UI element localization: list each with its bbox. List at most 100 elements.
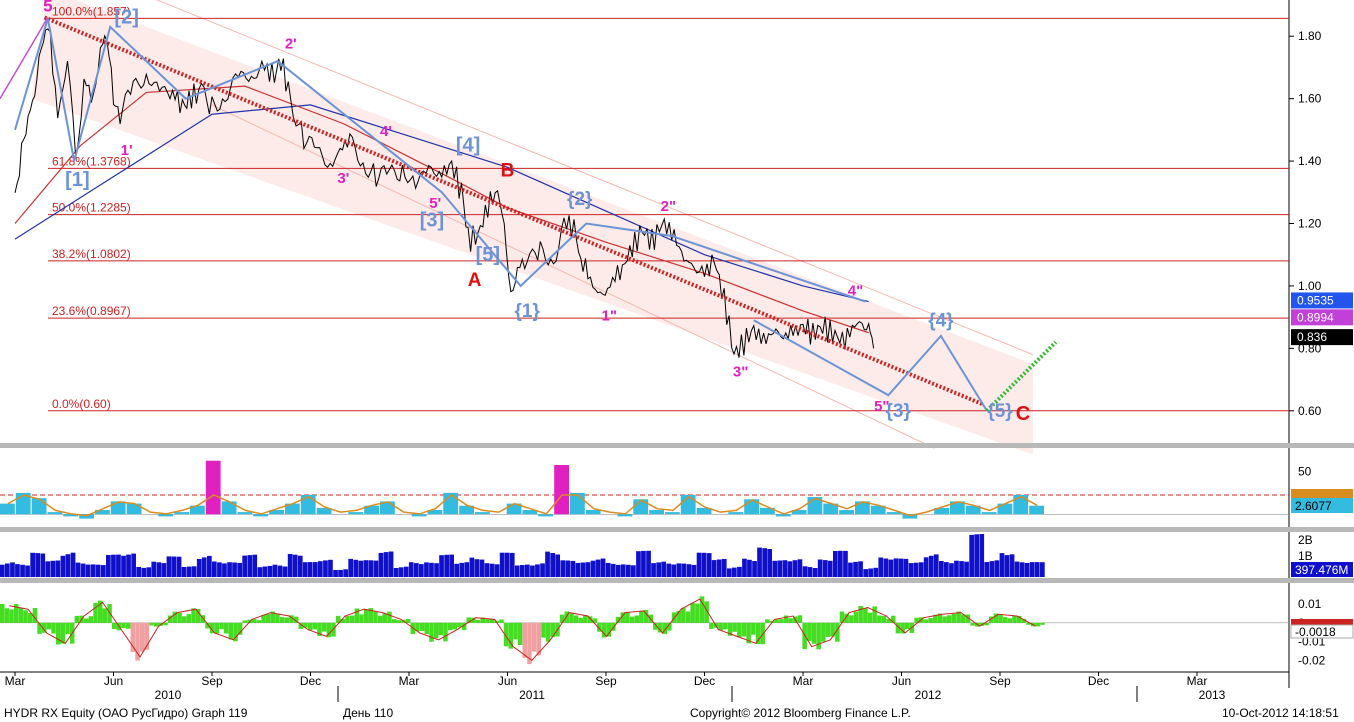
volume-bar (237, 562, 242, 577)
volume-bar (161, 563, 167, 577)
volume-bar (262, 566, 268, 577)
month-tick-label: Jun (892, 674, 911, 688)
volume-bar (15, 564, 20, 577)
wave-label: {3} (886, 401, 912, 422)
oscillator-bar (475, 512, 490, 515)
macd-bar (1012, 615, 1017, 623)
volume-bar (656, 562, 661, 577)
volume-bar (691, 564, 697, 577)
macd-bar (307, 622, 313, 631)
wave-label: [2] (114, 7, 138, 29)
volume-bar (575, 562, 581, 577)
volume-bar (908, 563, 914, 577)
volume-bar (535, 564, 540, 577)
volume-bar (292, 554, 298, 577)
macd-bar (154, 622, 159, 627)
volume-bar (459, 562, 465, 577)
macd-bar (695, 603, 700, 623)
macd-bar (18, 607, 24, 623)
volume-bar (504, 552, 510, 577)
volume-bar (464, 562, 470, 577)
macd-bar (443, 622, 448, 642)
volume-bar (277, 565, 283, 577)
volume-bar (5, 563, 10, 577)
volume-bar (469, 557, 475, 577)
volume-bar (60, 555, 66, 577)
month-tick-label: Jun (498, 674, 517, 688)
month-tick-label: Mar (5, 674, 26, 688)
volume-bar (610, 563, 616, 577)
volume-bar (984, 562, 990, 577)
oscillator-bar (126, 503, 142, 515)
wave-label: [4] (456, 135, 480, 157)
volume-bar (550, 553, 555, 577)
price-panel: 1.801.601.401.201.000.800.60100.0%(1.857… (0, 0, 1354, 700)
macd-bar (433, 622, 439, 639)
macd-bar (186, 614, 192, 623)
macd-bar (223, 622, 229, 634)
volume-bar (318, 561, 323, 577)
price-tick-label: 0.60 (1298, 404, 1322, 418)
volume-bar (585, 562, 591, 577)
macd-bar (214, 622, 220, 634)
macd-bar (265, 614, 271, 623)
oscillator-bar (538, 514, 554, 517)
chart-canvas: 1.801.601.401.201.000.800.60100.0%(1.857… (0, 0, 1354, 720)
oscillator-bar (205, 460, 221, 515)
volume-bar (232, 562, 237, 577)
macd-bar (849, 615, 854, 623)
volume-bar (514, 565, 520, 577)
volume-bar (822, 560, 828, 577)
volume-bar (106, 555, 111, 577)
volume-bar (212, 561, 217, 577)
macd-bar (1040, 622, 1045, 625)
oscillator-bar (775, 514, 791, 517)
footer-copyright: Copyright© 2012 Bloomberg Finance L.P. (690, 706, 911, 720)
volume-bar (620, 564, 626, 577)
price-tick-label: 1.60 (1298, 92, 1322, 106)
volume-bar (863, 569, 868, 577)
volume-bar (116, 554, 121, 577)
wave-label: 2' (285, 36, 297, 53)
month-tick-label: Mar (399, 674, 420, 688)
volume-bar (131, 553, 136, 577)
volume-bar (1019, 562, 1025, 577)
volume-bar (434, 563, 439, 577)
volume-bar (414, 563, 419, 577)
volume-bar (398, 567, 404, 577)
macd-bar (88, 616, 94, 623)
macd-bar (46, 622, 52, 630)
macd-tick-label: 0.01 (1298, 597, 1322, 611)
wave-label: {2} (567, 189, 593, 210)
volume-bar (555, 554, 560, 577)
price-tick-label: 1.20 (1298, 217, 1322, 231)
volume-bar (186, 566, 192, 577)
volume-bar (686, 564, 692, 577)
wave-label: C (1016, 403, 1030, 425)
volume-bar (302, 562, 308, 577)
volume-bar (45, 561, 51, 577)
volume-bar (484, 563, 490, 577)
macd-bar (279, 617, 285, 623)
volume-bar (176, 556, 182, 577)
volume-bar (615, 564, 621, 577)
volume-bar (762, 548, 767, 577)
volume-bar (348, 558, 353, 577)
macd-bar (405, 619, 411, 623)
oscillator-bar (585, 510, 601, 515)
macd-bar (797, 615, 803, 623)
oscillator-bar (570, 492, 585, 515)
volume-bar (439, 555, 444, 577)
macd-bar (345, 615, 350, 623)
volume-bar (964, 561, 969, 577)
macd-bar (951, 613, 957, 623)
volume-bar (338, 569, 343, 577)
oscillator-value-label: 2.6077 (1295, 499, 1332, 513)
macd-bar (126, 622, 131, 629)
volume-bar (696, 552, 702, 577)
volume-bar (252, 554, 258, 577)
volume-bar (156, 562, 162, 577)
oscillator-bar (617, 514, 633, 517)
macd-bar (102, 608, 108, 623)
volume-bar (403, 566, 409, 577)
